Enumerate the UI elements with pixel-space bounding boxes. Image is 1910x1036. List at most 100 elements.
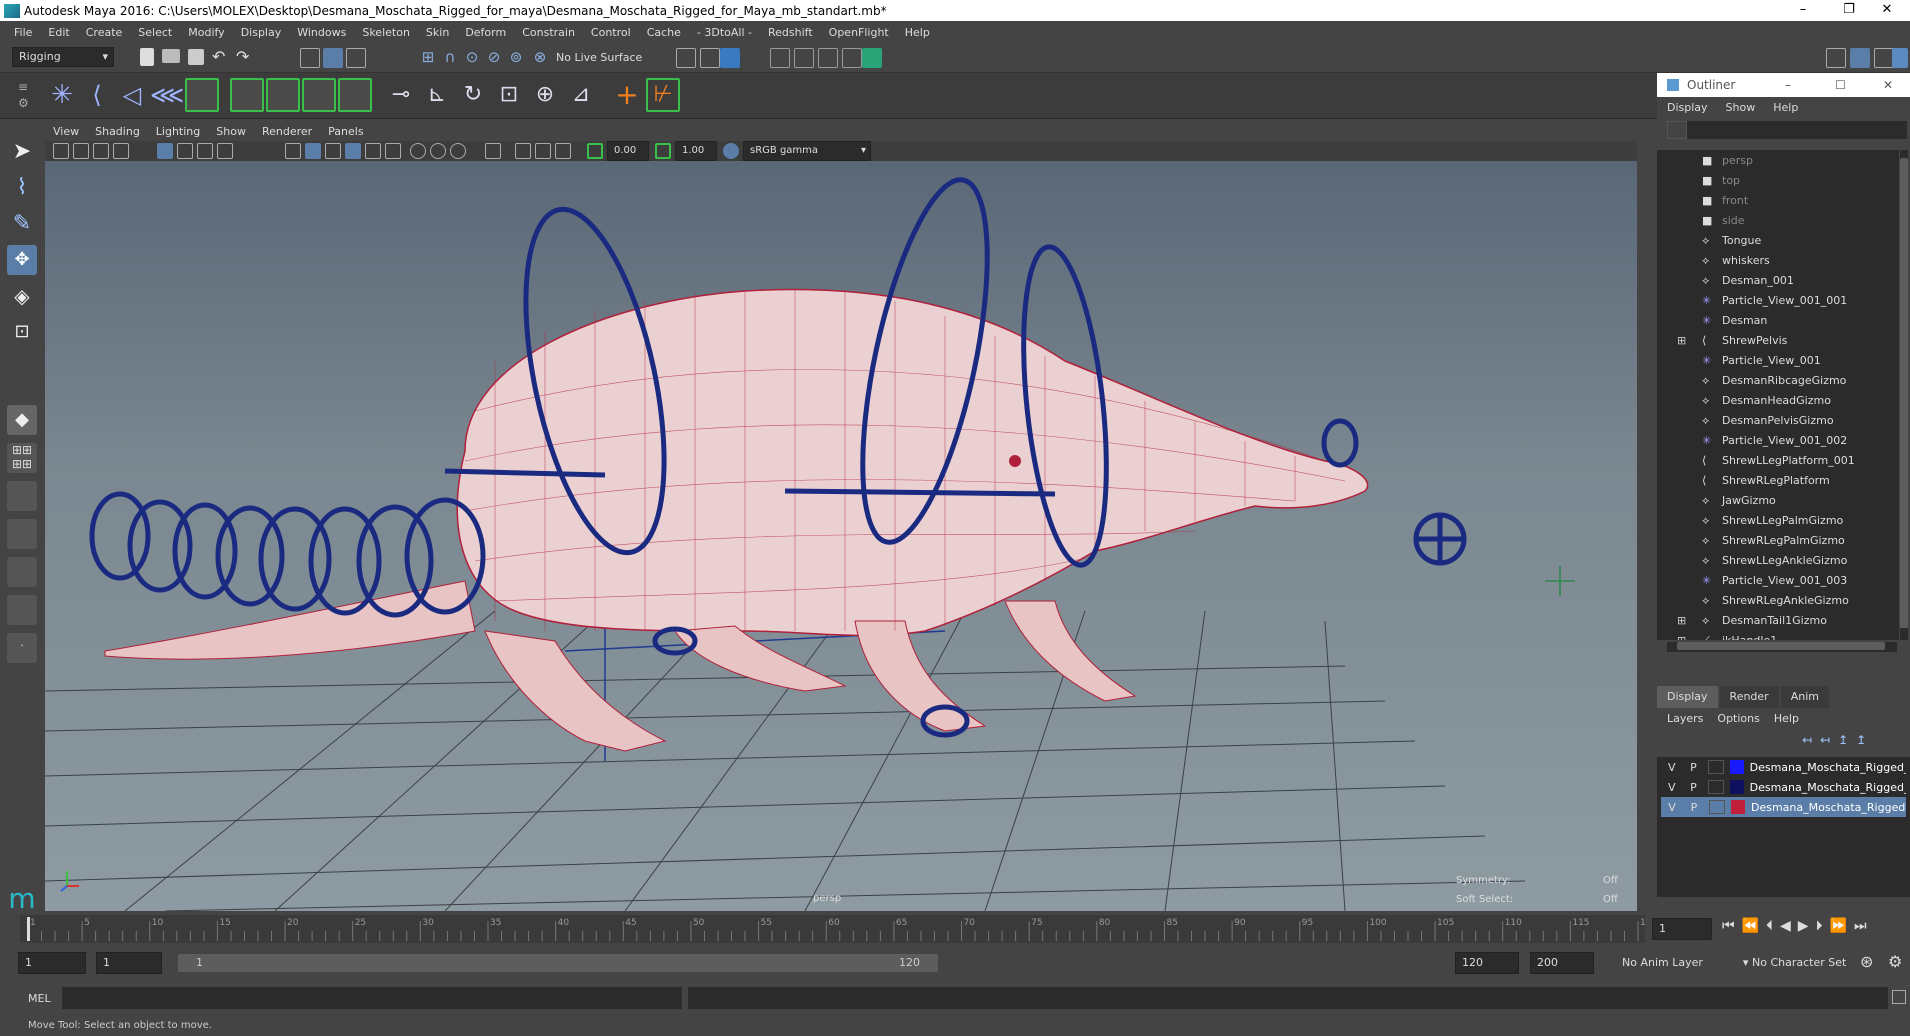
persp-graph-icon[interactable] (7, 519, 37, 549)
layer-reference-toggle[interactable] (1708, 760, 1724, 774)
constraint-scale-icon[interactable]: ⊡ (492, 78, 526, 112)
textured-icon[interactable] (345, 143, 361, 159)
view-transform-dropdown[interactable]: sRGB gamma ▾ (743, 141, 871, 161)
outliner-menu-show[interactable]: Show (1726, 101, 1756, 114)
snap-surface-icon[interactable]: ⊚ (506, 48, 526, 68)
layer-color-swatch[interactable] (1729, 760, 1744, 774)
bind-skin-icon[interactable] (185, 78, 219, 112)
select-by-component-icon[interactable] (346, 48, 366, 68)
anim-end-field[interactable]: 200 (1530, 952, 1594, 974)
open-scene-icon[interactable] (162, 49, 180, 63)
hypershade-layout-icon[interactable] (7, 557, 37, 587)
outliner-h-scrollbar[interactable] (1667, 642, 1897, 652)
outliner-search-input[interactable] (1687, 121, 1907, 139)
layer-action-icons[interactable]: ↤↤↥↥ (1802, 733, 1874, 747)
layer-tab-render[interactable]: Render (1719, 686, 1779, 708)
character-set-dropdown[interactable]: No Character Set (1752, 956, 1846, 969)
menu-constrain[interactable]: Constrain (522, 26, 575, 39)
menu-edit[interactable]: Edit (48, 26, 69, 39)
layout-icon-2[interactable] (1850, 48, 1870, 68)
constraint-point-icon[interactable]: ⊸ (384, 78, 418, 112)
constraint-pole-icon[interactable]: ⊿ (564, 78, 598, 112)
paint-select-icon[interactable]: ✎ (7, 209, 37, 239)
snap-view-icon[interactable]: ⊘ (484, 48, 504, 68)
panel-menu-lighting[interactable]: Lighting (156, 125, 200, 138)
anim-start-field[interactable]: 1 (18, 952, 86, 974)
playback-end-field[interactable]: 120 (1455, 952, 1519, 974)
cluster-icon[interactable] (338, 78, 372, 112)
layer-tab-display[interactable]: Display (1657, 686, 1718, 708)
rotate-tool-icon[interactable]: ◈ (7, 281, 37, 311)
xray-joints-icon[interactable] (535, 143, 551, 159)
outliner-item-shrewrlegpalmgizmo[interactable]: ⟡ ShrewRLegPalmGizmo (1657, 530, 1897, 550)
layer-row[interactable]: V P Desmana_Moschata_Rigged_ (1661, 757, 1906, 777)
outliner-maximize-button[interactable]: ☐ (1835, 78, 1846, 92)
ambient-occlusion-icon[interactable] (410, 143, 426, 159)
command-input[interactable] (62, 987, 682, 1009)
snap-grid-icon[interactable]: ⊞ (418, 48, 438, 68)
gamma-field[interactable]: 1.00 (675, 141, 717, 161)
time-slider[interactable]: 1 5 10 15 20 25 30 35 40 45 50 55 60 65 70 75 80 85 90 95 10… (20, 915, 1645, 943)
layer-playback-toggle[interactable]: P (1685, 761, 1703, 774)
film-gate-icon[interactable] (177, 143, 193, 159)
outliner-item-desmanpelvisgizmo[interactable]: ⟡ DesmanPelvisGizmo (1657, 410, 1897, 430)
menu-set-dropdown[interactable]: Rigging ▾ (12, 47, 114, 67)
anti-alias-icon[interactable] (450, 143, 466, 159)
outliner-item-tongue[interactable]: ⟡ Tongue (1657, 230, 1897, 250)
outliner-menu-help[interactable]: Help (1773, 101, 1798, 114)
lasso-tool-icon[interactable]: ⌇ (7, 173, 37, 203)
ik-handle-icon[interactable]: ⟨ (80, 78, 114, 112)
minimize-button[interactable]: – (1780, 0, 1826, 21)
shelf-options-icon[interactable]: ≡ ⚙ (18, 79, 30, 113)
motion-blur-icon[interactable] (430, 143, 446, 159)
outliner-close-button[interactable]: ✕ (1883, 78, 1893, 92)
ipr-render-icon[interactable] (818, 48, 838, 68)
current-time-marker[interactable] (27, 917, 30, 941)
outliner-item-top[interactable]: ■ top (1657, 170, 1897, 190)
shadows-icon[interactable] (385, 143, 401, 159)
menu-windows[interactable]: Windows (297, 26, 346, 39)
single-perspective-icon[interactable]: ◆ (7, 405, 37, 435)
select-by-object-icon[interactable] (323, 48, 343, 68)
move-tool-icon[interactable]: ✥ (7, 245, 37, 275)
layer-visibility-toggle[interactable]: V (1663, 781, 1681, 794)
redo-icon[interactable]: ↷ (236, 49, 256, 69)
panel-menu-show[interactable]: Show (216, 125, 246, 138)
outliner-item-shrewrleganklegizmo[interactable]: ⟡ ShrewRLegAnkleGizmo (1657, 590, 1897, 610)
render-frame-icon[interactable] (720, 48, 740, 68)
menu-modify[interactable]: Modify (188, 26, 224, 39)
layer-playback-toggle[interactable]: P (1685, 801, 1703, 814)
close-button[interactable]: ✕ (1864, 0, 1910, 21)
outliner-item-particle-view-001-002[interactable]: ✳ Particle_View_001_002 (1657, 430, 1897, 450)
layout-menu-icon[interactable]: · (7, 633, 37, 663)
color-management-icon[interactable] (723, 143, 739, 159)
menu-file[interactable]: File (14, 26, 32, 39)
outliner-item-shrewllegplatform-001[interactable]: ⟨ ShrewLLegPlatform_001 (1657, 450, 1897, 470)
menu-cache[interactable]: Cache (647, 26, 681, 39)
set-driven-key-icon[interactable]: ⊬ (646, 78, 680, 112)
render-current-icon[interactable] (794, 48, 814, 68)
menu-select[interactable]: Select (138, 26, 172, 39)
expand-icon[interactable]: ⊞ (1677, 634, 1686, 641)
persp-outliner-icon[interactable] (7, 481, 37, 511)
outliner-item-particle-view-001-001[interactable]: ✳ Particle_View_001_001 (1657, 290, 1897, 310)
layer-reference-toggle[interactable] (1709, 800, 1725, 814)
wireframe-on-shaded-icon[interactable] (325, 143, 341, 159)
outliner-item-jawgizmo[interactable]: ⟡ JawGizmo (1657, 490, 1897, 510)
panel-menu-panels[interactable]: Panels (328, 125, 363, 138)
ik-spline-icon[interactable]: ◁ (115, 78, 149, 112)
render-settings-icon[interactable] (842, 48, 862, 68)
layout-icon-1[interactable] (1826, 48, 1846, 68)
menu-skeleton[interactable]: Skeleton (362, 26, 410, 39)
constraint-aim-icon[interactable]: ⊾ (420, 78, 454, 112)
outliner-item-shrewpelvis[interactable]: ⊞ ⟨ ShrewPelvis (1657, 330, 1897, 350)
command-language-label[interactable]: MEL (28, 992, 51, 1005)
outliner-item-side[interactable]: ■ side (1657, 210, 1897, 230)
gate-mask-icon[interactable] (217, 143, 233, 159)
outliner-item-particle-view-001[interactable]: ✳ Particle_View_001 (1657, 350, 1897, 370)
layer-row[interactable]: V P Desmana_Moschata_Rigged_ (1661, 777, 1906, 797)
expand-icon[interactable]: ⊞ (1677, 614, 1686, 627)
paint-weights-icon[interactable] (230, 78, 264, 112)
make-live-icon[interactable]: ⊗ (530, 48, 550, 68)
xray-components-icon[interactable] (555, 143, 571, 159)
